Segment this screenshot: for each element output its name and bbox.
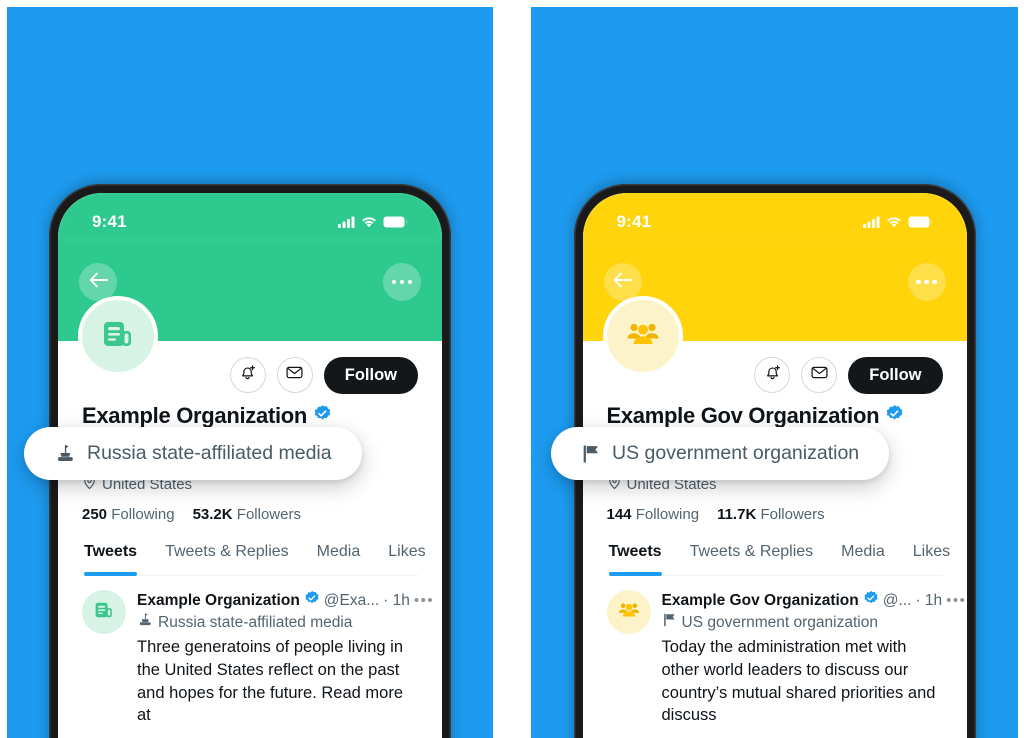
profile-name-text: Example Gov Organization xyxy=(606,403,880,428)
tab-likes[interactable]: Likes xyxy=(388,539,425,575)
tweet-affiliation-label: Russia state-affiliated media xyxy=(137,612,418,633)
flag-icon xyxy=(581,443,601,465)
profile-stats: 250 Following 53.2K Followers xyxy=(82,506,418,523)
tweet-item[interactable]: Example Organization @Exa... · 1h ••• Ru… xyxy=(82,576,433,727)
tweet-timestamp: · 1h xyxy=(383,591,410,609)
following-count: 144 xyxy=(606,506,632,523)
followers-count: 11.7K xyxy=(717,506,757,523)
avatar[interactable] xyxy=(602,296,683,376)
tweet-affiliation-label: US government organization xyxy=(662,612,943,633)
bell-plus-icon xyxy=(763,363,782,387)
more-options-button[interactable] xyxy=(383,263,421,301)
notifications-button[interactable] xyxy=(754,357,791,393)
wifi-icon xyxy=(361,216,377,228)
tweet-item[interactable]: Example Gov Organization @... · 1h ••• U… xyxy=(606,576,965,727)
tab-tweets-replies[interactable]: Tweets & Replies xyxy=(690,539,814,575)
newspaper-icon xyxy=(98,314,138,359)
follow-button[interactable]: Follow xyxy=(323,356,418,394)
following-label: Following xyxy=(635,506,700,523)
profile-display-name: Example Organization xyxy=(82,403,418,429)
followers-stat[interactable]: 53.2K Followers xyxy=(193,506,301,523)
tweet-avatar[interactable] xyxy=(606,590,651,634)
tweet-affiliation-text: Russia state-affiliated media xyxy=(158,613,353,631)
arrow-left-icon xyxy=(613,272,632,293)
back-button[interactable] xyxy=(603,263,642,301)
more-horizontal-icon xyxy=(916,279,937,285)
tweet-timestamp: · 1h xyxy=(915,591,943,609)
message-button[interactable] xyxy=(276,357,313,393)
bell-plus-icon xyxy=(238,363,257,387)
notifications-button[interactable] xyxy=(229,357,266,393)
more-horizontal-icon[interactable]: ••• xyxy=(414,592,434,609)
cellular-bars-icon xyxy=(862,216,880,228)
envelope-icon xyxy=(810,363,829,387)
followers-stat[interactable]: 11.7K Followers xyxy=(717,506,825,523)
newspaper-icon xyxy=(92,598,116,627)
status-clock: 9:41 xyxy=(616,212,652,231)
followers-label: Followers xyxy=(236,506,301,523)
profile-stats: 144 Following 11.7K Followers xyxy=(607,506,943,523)
tweet-header: Example Organization @Exa... · 1h ••• xyxy=(137,590,433,611)
envelope-icon xyxy=(285,363,304,387)
following-count: 250 xyxy=(82,506,108,523)
follow-button[interactable]: Follow xyxy=(848,356,943,394)
profile-name-text: Example Organization xyxy=(82,403,308,428)
tab-media[interactable]: Media xyxy=(841,539,885,575)
avatar[interactable] xyxy=(78,296,158,376)
profile-tabs-left: Tweets Tweets & Replies Media Likes xyxy=(82,539,426,576)
more-options-button[interactable] xyxy=(907,263,946,301)
status-clock: 9:41 xyxy=(92,212,127,231)
tab-likes[interactable]: Likes xyxy=(913,539,950,575)
following-stat[interactable]: 144 Following xyxy=(607,506,700,523)
verified-badge-icon xyxy=(863,590,879,611)
verified-badge-icon xyxy=(304,590,320,611)
profile-display-name: Example Gov Organization xyxy=(607,403,943,429)
tweet-avatar[interactable] xyxy=(82,590,126,634)
tweet-body-text: Three generatoins of people living in th… xyxy=(137,638,404,725)
people-group-icon xyxy=(616,597,642,628)
callout-text: US government organization xyxy=(612,442,860,464)
following-label: Following xyxy=(111,506,175,523)
profile-section-right: Follow Example Gov Organization United S… xyxy=(582,296,967,728)
back-button[interactable] xyxy=(79,263,117,301)
profile-section-left: Follow Example Organization United State… xyxy=(58,296,442,728)
status-bar-left: 9:41 xyxy=(58,211,442,233)
tab-media[interactable]: Media xyxy=(317,539,361,575)
followers-label: Followers xyxy=(760,506,825,523)
tab-tweets[interactable]: Tweets xyxy=(84,539,138,576)
podium-icon xyxy=(137,612,153,633)
tweet-author-name: Example Gov Organization xyxy=(661,591,859,609)
panel-state-affiliated-media: 9:41 Follow Example Organization United … xyxy=(7,7,493,738)
battery-full-icon xyxy=(908,216,933,228)
tweet-header: Example Gov Organization @... · 1h ••• xyxy=(661,590,965,611)
podium-icon xyxy=(54,443,76,465)
wifi-icon xyxy=(886,216,902,228)
tweet-handle: @Exa... xyxy=(323,591,380,609)
tweet-body-text: Today the administration met with other … xyxy=(661,638,936,725)
more-horizontal-icon[interactable]: ••• xyxy=(946,592,966,609)
tweet-handle: @... xyxy=(882,591,912,609)
people-group-icon xyxy=(623,314,663,359)
tweet-affiliation-text: US government organization xyxy=(681,613,878,631)
tab-tweets[interactable]: Tweets xyxy=(608,539,662,576)
arrow-left-icon xyxy=(89,272,108,293)
status-bar-right: 9:41 xyxy=(583,211,967,233)
callout-government-organization: US government organization xyxy=(551,427,890,480)
tweet-author-name: Example Organization xyxy=(137,591,300,609)
tab-tweets-replies[interactable]: Tweets & Replies xyxy=(165,539,289,575)
cellular-bars-icon xyxy=(338,216,355,228)
followers-count: 53.2K xyxy=(192,506,233,523)
profile-tabs-right: Tweets Tweets & Replies Media Likes xyxy=(606,539,950,576)
screenshot-canvas: 9:41 Follow Example Organization United … xyxy=(0,0,1024,738)
battery-full-icon xyxy=(383,216,408,228)
following-stat[interactable]: 250 Following xyxy=(82,506,175,523)
panel-government-organization: 9:41 Follow Example Gov Organization Uni… xyxy=(531,7,1018,738)
message-button[interactable] xyxy=(801,357,838,393)
callout-state-affiliated-media: Russia state-affiliated media xyxy=(24,427,362,480)
callout-text: Russia state-affiliated media xyxy=(87,442,332,464)
more-horizontal-icon xyxy=(391,279,413,285)
flag-icon xyxy=(662,612,677,633)
verified-badge-icon xyxy=(885,403,904,429)
verified-badge-icon xyxy=(313,403,332,429)
